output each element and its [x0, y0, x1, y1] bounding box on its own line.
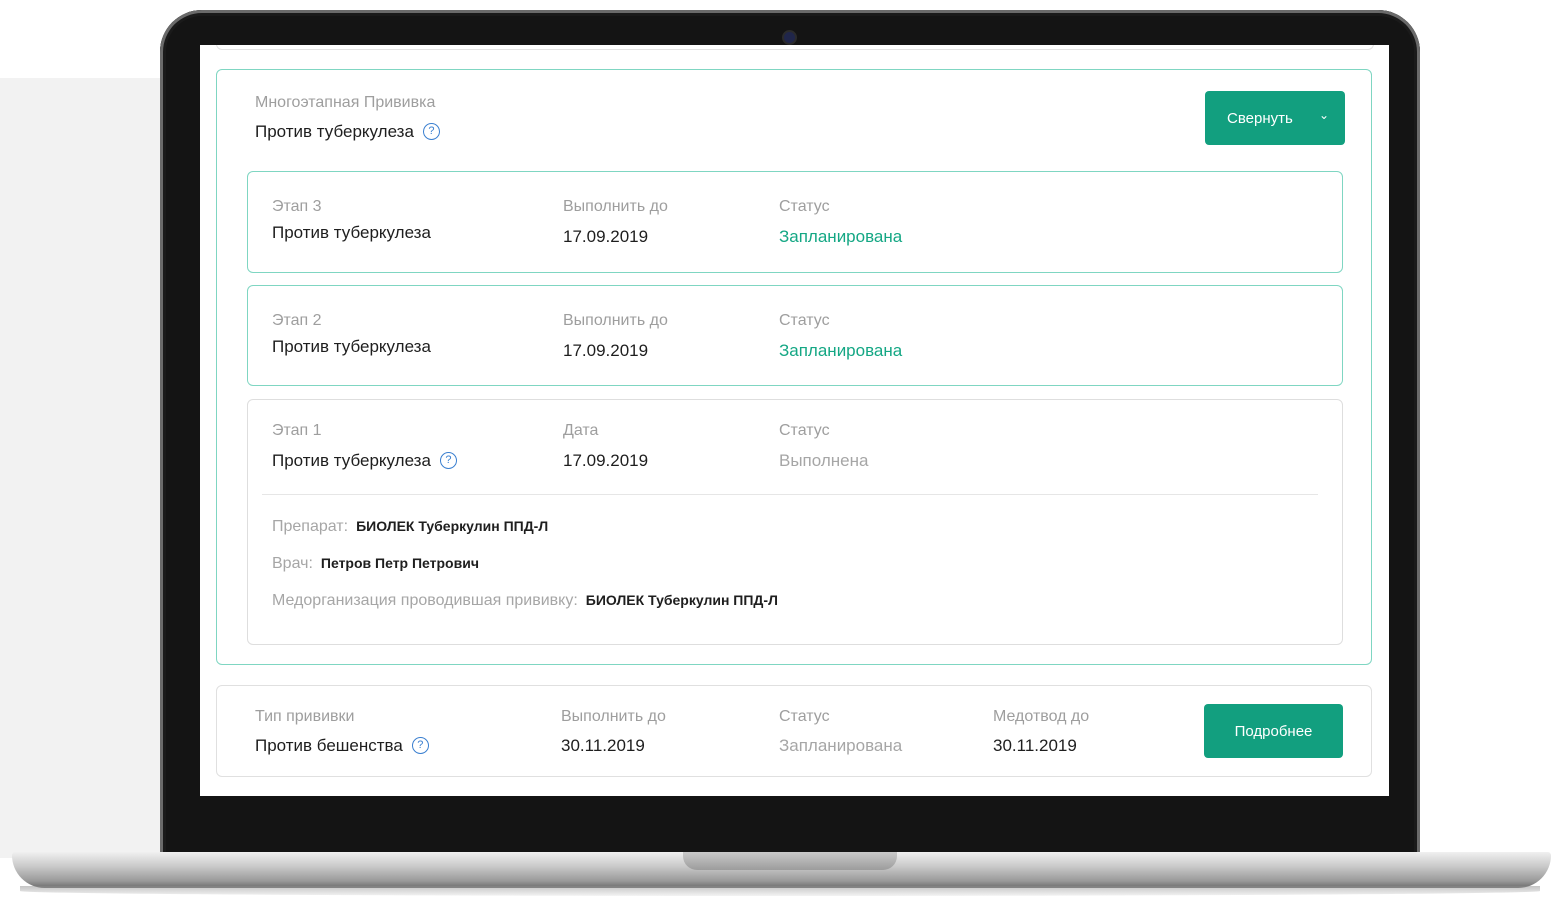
group-name: Против туберкулеза? [255, 122, 440, 142]
date-label: Выполнить до [563, 312, 668, 329]
doctor-label: Врач: [272, 555, 313, 572]
drug-value: БИОЛЕК Туберкулин ППД-Л [356, 518, 549, 534]
stage-card-3[interactable]: Этап 3 Против туберкулеза Выполнить до 1… [247, 171, 1343, 273]
laptop-shadow [20, 886, 1540, 896]
vaccination-date: 30.11.2019 [561, 736, 645, 755]
stage-date: 17.09.2019 [563, 341, 649, 360]
details-button-label: Подробнее [1234, 722, 1313, 740]
group-type-label: Многоэтапная Прививка [255, 94, 436, 111]
status-label: Статус [779, 312, 830, 329]
exemption-date: 30.11.2019 [993, 736, 1077, 755]
stage-card-1[interactable]: Этап 1 Против туберкулеза? Дата 17.09.20… [247, 399, 1343, 645]
question-circle-icon[interactable]: ? [422, 123, 440, 141]
question-circle-icon[interactable]: ? [439, 452, 457, 470]
group-name-text: Против туберкулеза [255, 122, 414, 141]
vaccination-type: Против бешенства? [255, 736, 429, 756]
stage-label: Этап 1 [272, 422, 322, 439]
chevron-down-icon: ⌄ [1318, 108, 1329, 122]
stage-name: Против туберкулеза [272, 337, 431, 356]
stage-card-2[interactable]: Этап 2 Против туберкулеза Выполнить до 1… [247, 285, 1343, 386]
vaccination-type-text: Против бешенства [255, 736, 403, 755]
drug-label: Препарат: [272, 518, 349, 535]
stage-name-text: Против туберкулеза [272, 451, 431, 470]
collapse-button[interactable]: Свернуть ⌄ [1205, 91, 1345, 145]
laptop-notch [683, 852, 897, 870]
organization-label: Медорганизация проводившая прививку: [272, 592, 578, 609]
doctor-row: Врач: Петров Петр Петрович [272, 555, 479, 573]
status-label: Статус [779, 422, 830, 439]
collapse-button-label: Свернуть [1227, 109, 1293, 127]
status-label: Статус [779, 198, 830, 215]
stage-name: Против туберкулеза? [272, 451, 457, 471]
camera-dot [784, 32, 795, 43]
details-button[interactable]: Подробнее [1204, 704, 1343, 758]
divider [262, 494, 1318, 495]
date-label: Выполнить до [561, 708, 666, 725]
exemption-label: Медотвод до [993, 708, 1090, 725]
stage-status: Запланирована [779, 341, 903, 360]
status-label: Статус [779, 708, 830, 725]
organization-row: Медорганизация проводившая прививку: БИОЛ… [272, 592, 778, 610]
previous-card-edge [216, 45, 1374, 50]
question-circle-icon[interactable]: ? [411, 737, 429, 755]
multistage-vaccination-card: Многоэтапная Прививка Против туберкулеза… [216, 69, 1372, 665]
stage-name: Против туберкулеза [272, 223, 431, 242]
stage-status: Запланирована [779, 227, 903, 246]
date-label: Дата [563, 422, 599, 439]
stage-date: 17.09.2019 [563, 227, 649, 246]
doctor-value: Петров Петр Петрович [320, 555, 479, 571]
vaccination-card-rabies[interactable]: Тип прививки Против бешенства? Выполнить… [216, 685, 1372, 777]
drug-row: Препарат: БИОЛЕК Туберкулин ППД-Л [272, 518, 548, 536]
screen: Многоэтапная Прививка Против туберкулеза… [200, 45, 1389, 796]
stage-label: Этап 3 [272, 198, 322, 215]
stage-date: 17.09.2019 [563, 451, 649, 470]
stage-label: Этап 2 [272, 312, 322, 329]
organization-value: БИОЛЕК Туберкулин ППД-Л [585, 592, 778, 608]
date-label: Выполнить до [563, 198, 668, 215]
stage-status: Выполнена [779, 451, 869, 470]
vaccination-status: Запланирована [779, 736, 903, 755]
vaccination-type-label: Тип прививки [255, 708, 355, 725]
